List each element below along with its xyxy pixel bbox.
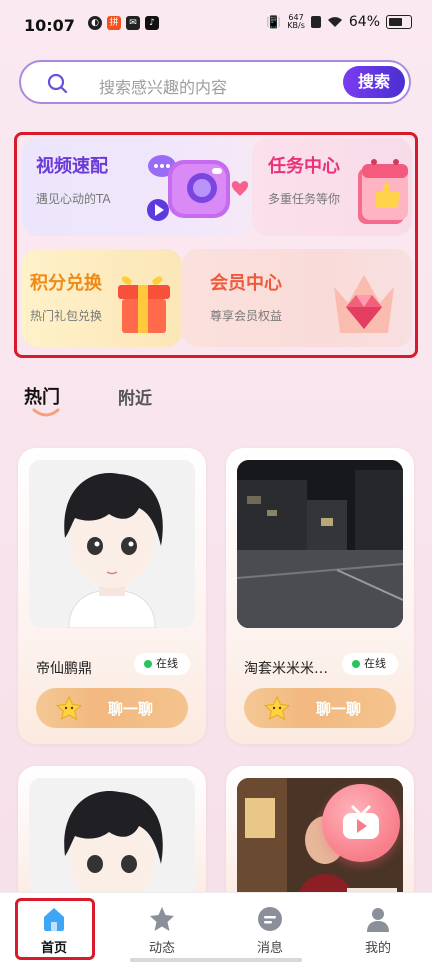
nav-messages[interactable]: 消息 — [216, 893, 324, 964]
online-status-text: 在线 — [156, 657, 178, 670]
chat-button[interactable]: 聊一聊 — [244, 688, 396, 728]
status-time: 10:07 — [24, 16, 75, 35]
net-speed-unit: KB/s — [287, 21, 305, 30]
tab-hot-indicator — [32, 408, 60, 417]
star-icon — [150, 907, 174, 931]
chat-button[interactable]: 聊一聊 — [36, 688, 188, 728]
user-avatar-photo — [29, 460, 195, 628]
feature-highlight-frame — [14, 132, 418, 358]
user-avatar-photo — [29, 778, 195, 906]
notification-icons: ◐ 拼 ✉ ♪ — [88, 16, 159, 30]
tv-play-icon — [343, 805, 379, 839]
home-indicator[interactable] — [130, 958, 302, 962]
user-card[interactable]: 淘套米米米… 在线 聊一聊 — [226, 448, 414, 744]
anime-avatar-image — [29, 778, 195, 906]
nav-mine[interactable]: 我的 — [324, 893, 432, 964]
home-highlight-frame — [15, 898, 95, 960]
battery-text: 64% — [348, 14, 380, 30]
anime-avatar-image — [29, 460, 195, 628]
user-icon — [367, 908, 389, 932]
chat-button-label: 聊一聊 — [316, 700, 362, 718]
online-status-badge: 在线 — [342, 653, 398, 675]
nav-feed-label: 动态 — [148, 941, 175, 956]
network-speed: 647 KB/s — [287, 14, 305, 30]
app-notification-icon: ◐ — [88, 16, 102, 30]
vibrate-icon: 📳 — [266, 15, 282, 29]
user-avatar-photo — [237, 460, 403, 628]
battery-icon — [386, 15, 412, 29]
user-card[interactable] — [18, 766, 206, 906]
star-emoji-icon — [56, 696, 82, 720]
search-input[interactable]: 搜索感兴趣的内容 — [99, 74, 227, 98]
floating-video-button[interactable] — [322, 784, 400, 862]
mail-notification-icon: ✉ — [126, 16, 140, 30]
tab-hot[interactable]: 热门 — [24, 383, 60, 409]
app-notification-icon: 拼 — [107, 16, 121, 30]
street-night-photo — [237, 460, 403, 628]
star-emoji-icon — [264, 696, 290, 720]
nav-feed[interactable]: 动态 — [108, 893, 216, 964]
user-card[interactable]: 帝仙鹏鼎 在线 聊一聊 — [18, 448, 206, 744]
search-icon — [47, 73, 68, 94]
online-dot-icon — [144, 660, 152, 668]
wifi-icon — [327, 17, 342, 27]
chat-button-label: 聊一聊 — [108, 700, 154, 718]
nav-messages-label: 消息 — [256, 941, 283, 956]
tab-nearby[interactable]: 附近 — [118, 384, 152, 409]
search-button[interactable]: 搜索 — [343, 66, 405, 98]
user-name: 淘套米米米… — [244, 661, 328, 677]
sim-icon — [310, 16, 321, 28]
online-dot-icon — [352, 660, 360, 668]
online-status-text: 在线 — [364, 657, 386, 670]
status-bar: 10:07 ◐ 拼 ✉ ♪ 📳 647 KB/s 64% — [0, 0, 432, 50]
tiktok-notification-icon: ♪ — [145, 16, 159, 30]
online-status-badge: 在线 — [134, 653, 190, 675]
status-right: 📳 647 KB/s 64% — [266, 14, 412, 30]
message-icon — [258, 907, 282, 931]
nav-mine-label: 我的 — [364, 941, 391, 956]
user-name: 帝仙鹏鼎 — [36, 661, 92, 677]
search-bar[interactable]: 搜索感兴趣的内容 搜索 — [19, 60, 411, 104]
